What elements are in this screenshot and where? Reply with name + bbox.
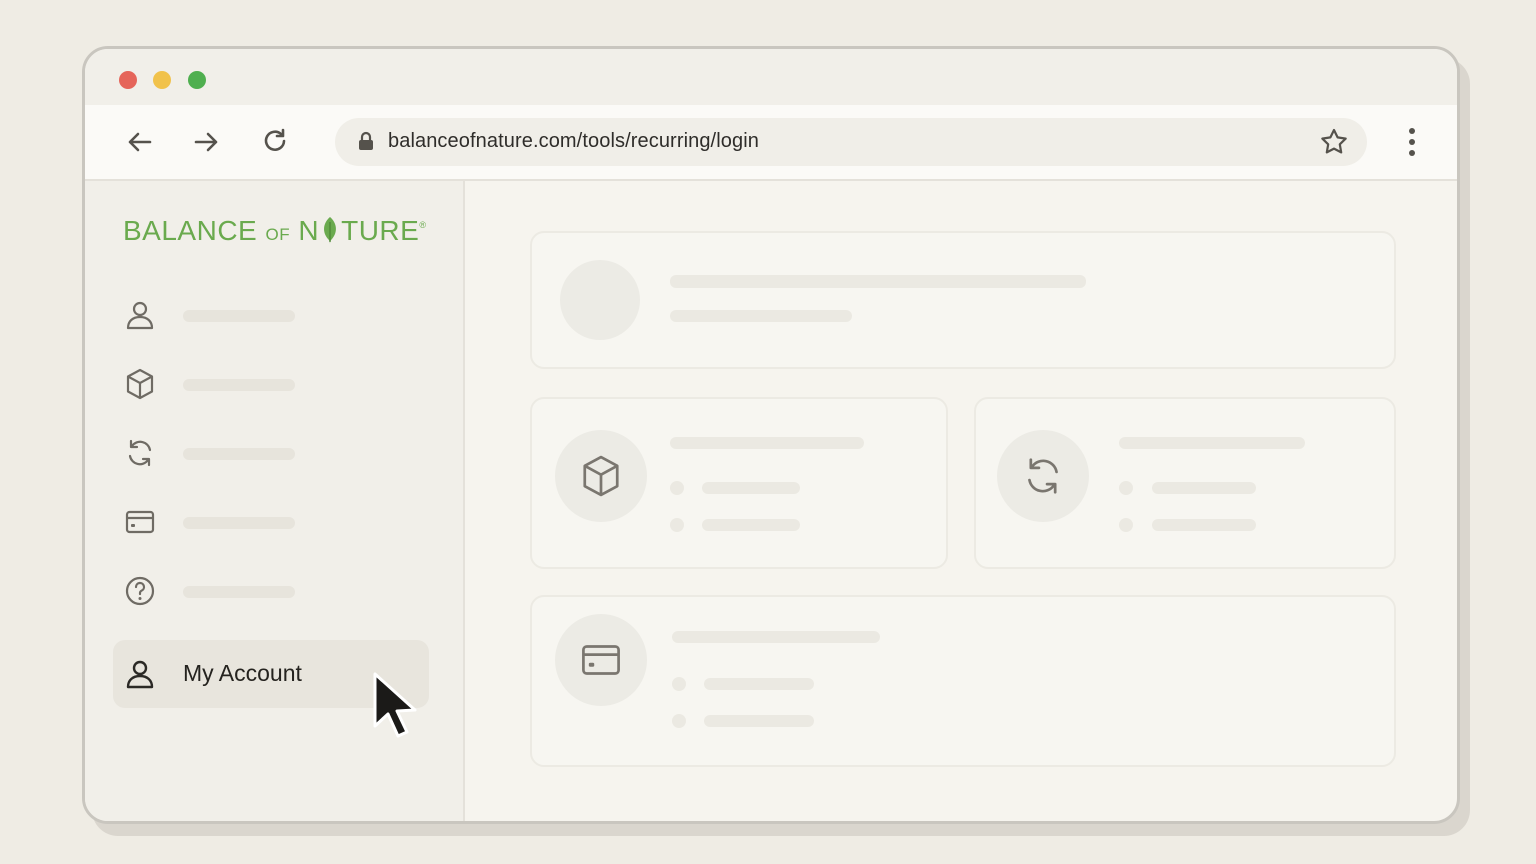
- sidebar-item-subscriptions[interactable]: [123, 436, 363, 472]
- icon-circle: [555, 614, 647, 706]
- orders-card: [530, 397, 948, 569]
- forward-button[interactable]: [189, 125, 223, 159]
- bullet: [670, 518, 684, 532]
- box-icon: [126, 368, 154, 400]
- logo-text: TURE: [341, 215, 420, 246]
- maximize-window-button[interactable]: [188, 71, 206, 89]
- bullet: [1119, 518, 1133, 532]
- sidebar: BALANCE OF N TURE® My Account: [85, 181, 465, 821]
- placeholder-bar: [702, 482, 800, 494]
- logo-text: N: [290, 215, 320, 246]
- address-bar[interactable]: balanceofnature.com/tools/recurring/logi…: [335, 118, 1367, 166]
- box-icon: [583, 455, 619, 497]
- browser-window: balanceofnature.com/tools/recurring/logi…: [82, 46, 1460, 824]
- refresh-icon: [128, 439, 152, 467]
- credit-card-icon: [125, 510, 155, 534]
- minimize-window-button[interactable]: [153, 71, 171, 89]
- placeholder-bar: [1152, 482, 1256, 494]
- profile-summary-card: [530, 231, 1396, 369]
- help-icon: [125, 576, 155, 606]
- arrow-left-icon: [128, 132, 152, 152]
- sidebar-item-profile[interactable]: [123, 298, 363, 334]
- brand-logo[interactable]: BALANCE OF N TURE®: [123, 215, 426, 247]
- bookmark-star-icon[interactable]: [1319, 127, 1349, 157]
- placeholder-bar: [183, 448, 295, 460]
- leaf-icon: [324, 217, 337, 244]
- placeholder-bar: [704, 715, 814, 727]
- arrow-right-icon: [194, 132, 218, 152]
- browser-toolbar: balanceofnature.com/tools/recurring/logi…: [85, 105, 1457, 181]
- title-bar: [85, 49, 1457, 105]
- bullet: [672, 714, 686, 728]
- credit-card-icon: [582, 645, 620, 675]
- placeholder-bar: [1119, 437, 1305, 449]
- placeholder-bar: [183, 310, 295, 322]
- subscriptions-card: [974, 397, 1396, 569]
- placeholder-bar: [672, 631, 880, 643]
- placeholder-bar: [1152, 519, 1256, 531]
- placeholder-bar: [670, 437, 864, 449]
- sidebar-item-payment[interactable]: [123, 505, 363, 541]
- my-account-label: My Account: [183, 660, 302, 686]
- bullet: [670, 481, 684, 495]
- refresh-icon: [1028, 458, 1058, 494]
- payment-card: [530, 595, 1396, 767]
- registered-mark: ®: [419, 220, 427, 230]
- close-window-button[interactable]: [119, 71, 137, 89]
- logo-text: BALANCE: [123, 215, 266, 246]
- icon-circle: [555, 430, 647, 522]
- url-text: balanceofnature.com/tools/recurring/logi…: [388, 130, 759, 152]
- placeholder-bar: [183, 379, 295, 391]
- lock-icon: [359, 131, 373, 150]
- logo-text: OF: [265, 225, 291, 244]
- placeholder-bar: [704, 678, 814, 690]
- reload-icon: [264, 128, 286, 151]
- icon-circle: [997, 430, 1089, 522]
- more-menu-icon[interactable]: [1397, 125, 1427, 159]
- placeholder-bar: [670, 310, 852, 322]
- reload-button[interactable]: [258, 125, 292, 159]
- avatar-placeholder: [560, 260, 640, 340]
- placeholder-bar: [702, 519, 800, 531]
- placeholder-bar: [670, 275, 1086, 288]
- sidebar-item-help[interactable]: [123, 574, 363, 610]
- placeholder-bar: [183, 517, 295, 529]
- mouse-cursor-icon: [373, 672, 417, 738]
- user-icon: [126, 660, 154, 689]
- bullet: [1119, 481, 1133, 495]
- placeholder-bar: [183, 586, 295, 598]
- user-icon: [126, 301, 154, 330]
- back-button[interactable]: [123, 125, 157, 159]
- sidebar-item-orders[interactable]: [123, 367, 363, 403]
- bullet: [672, 677, 686, 691]
